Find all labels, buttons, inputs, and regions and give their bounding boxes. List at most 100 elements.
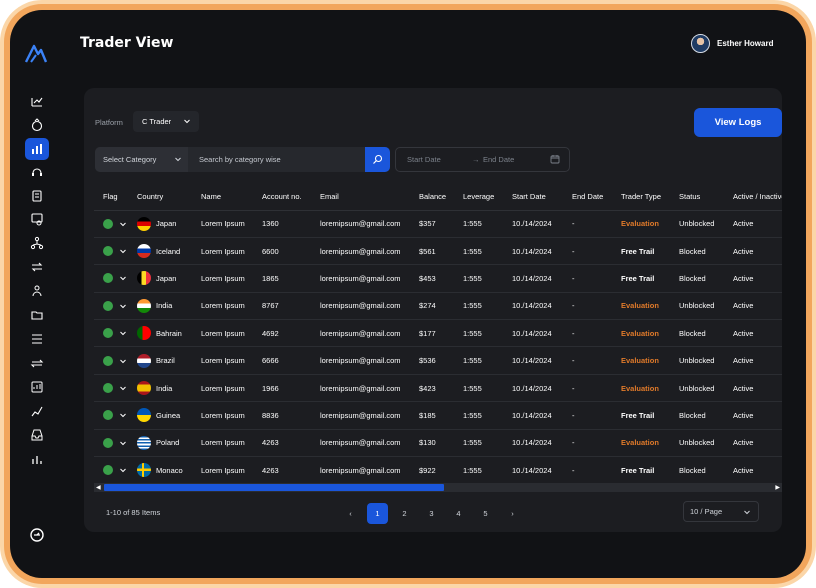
- active-cell: Active: [724, 401, 782, 430]
- sidebar-item-trading[interactable]: [25, 90, 49, 112]
- end-date-field[interactable]: End Date: [483, 155, 514, 164]
- table-row[interactable]: Guinea Lorem Ipsum 8836 loremipsum@gmail.co…: [94, 401, 782, 430]
- sidebar-item-transfer[interactable]: [25, 352, 49, 374]
- chevron-down-icon[interactable]: [119, 384, 127, 392]
- sidebar-item-user-group[interactable]: [25, 280, 49, 302]
- search-input[interactable]: [191, 147, 359, 172]
- country-name: Bahrain: [156, 328, 182, 338]
- status-cell: Unblocked: [670, 292, 724, 321]
- status-dot: [103, 437, 113, 448]
- name-cell: Lorem Ipsum: [192, 429, 253, 458]
- sidebar-item-document[interactable]: [25, 185, 49, 207]
- start-date-field[interactable]: Start Date: [407, 155, 441, 164]
- sidebar-item-growth[interactable]: [25, 400, 49, 422]
- page-button-4[interactable]: 4: [448, 503, 469, 524]
- view-logs-button[interactable]: View Logs: [694, 108, 782, 137]
- chevron-down-icon[interactable]: [119, 466, 127, 474]
- search-button[interactable]: [365, 147, 390, 172]
- scrollbar-thumb[interactable]: [104, 484, 444, 491]
- chevron-down-icon[interactable]: [119, 411, 127, 419]
- chevron-down-icon[interactable]: [119, 329, 127, 337]
- leverage-cell: 1:555: [454, 346, 503, 375]
- chevron-down-icon[interactable]: [119, 302, 127, 310]
- trader-type-cell: Evaluation: [612, 319, 670, 348]
- trader-type-cell: Evaluation: [612, 210, 670, 238]
- email-cell: loremipsum@gmail.com: [311, 264, 410, 293]
- page-button-5[interactable]: 5: [475, 503, 496, 524]
- country-flag-icon: [137, 271, 151, 286]
- page-button-1[interactable]: 1: [367, 502, 388, 524]
- active-cell: Active: [724, 319, 782, 348]
- sidebar-item-list[interactable]: [25, 328, 49, 350]
- page-button-2[interactable]: 2: [394, 503, 415, 524]
- sidebar-item-chart[interactable]: [25, 138, 49, 160]
- chevron-down-icon[interactable]: [119, 439, 127, 447]
- platform-value: C Trader: [142, 117, 172, 126]
- column-header: Balance: [410, 184, 454, 211]
- country-cell: Monaco: [128, 456, 192, 485]
- status-dot: [103, 246, 113, 257]
- user-name: Esther Howard: [717, 39, 774, 48]
- next-page-button[interactable]: ›: [502, 503, 523, 524]
- sidebar-item-analytics[interactable]: [25, 448, 49, 470]
- page-size-value: 10 / Page: [690, 507, 723, 516]
- table-row[interactable]: India Lorem Ipsum 8767 loremipsum@gmail.com…: [94, 292, 782, 321]
- page-size-select[interactable]: 10 / Page: [683, 501, 759, 522]
- chevron-down-icon[interactable]: [119, 274, 127, 282]
- table-row[interactable]: Japan Lorem Ipsum 1865 loremipsum@gmail.com…: [94, 264, 782, 293]
- table-row[interactable]: Bahrain Lorem Ipsum 4692 loremipsum@gmail.c…: [94, 319, 782, 348]
- leverage-cell: 1:555: [454, 456, 503, 485]
- sidebar-item-exchange[interactable]: [25, 256, 49, 278]
- horizontal-scrollbar[interactable]: ◀ ▶: [94, 483, 782, 492]
- page-button-3[interactable]: 3: [421, 503, 442, 524]
- status-cell: Blocked: [670, 401, 724, 430]
- chevron-down-icon[interactable]: [119, 357, 127, 365]
- sidebar-item-certificate[interactable]: [25, 208, 49, 230]
- table-row[interactable]: Poland Lorem Ipsum 4263 loremipsum@gmail.co…: [94, 429, 782, 458]
- arrow-icon: →: [472, 155, 480, 164]
- sidebar-item-network[interactable]: [25, 232, 49, 254]
- table-row[interactable]: Monaco Lorem Ipsum 4263 loremipsum@gmail.co…: [94, 456, 782, 485]
- table-row[interactable]: India Lorem Ipsum 1966 loremipsum@gmail.com…: [94, 374, 782, 403]
- name-cell: Lorem Ipsum: [192, 374, 253, 403]
- table-row[interactable]: Iceland Lorem Ipsum 6600 loremipsum@gmail.c…: [94, 237, 782, 266]
- scroll-left-icon[interactable]: ◀: [96, 484, 101, 491]
- status-cell: Blocked: [670, 237, 724, 266]
- start-date-cell: 10./14/2024: [503, 429, 563, 458]
- date-range-picker[interactable]: Start Date → End Date: [395, 147, 570, 172]
- flag-cell: [94, 429, 128, 458]
- category-select[interactable]: Select Category: [95, 147, 188, 172]
- chevron-down-icon[interactable]: [119, 247, 127, 255]
- chevron-down-icon[interactable]: [119, 220, 127, 228]
- sidebar-item-folder[interactable]: [25, 304, 49, 326]
- user-menu[interactable]: Esther Howard: [691, 34, 773, 53]
- avatar[interactable]: [691, 34, 710, 53]
- table-row[interactable]: Brazil Lorem Ipsum 6666 loremipsum@gmail.co…: [94, 346, 782, 375]
- end-date-cell: -: [563, 264, 612, 293]
- balance-cell: $561: [410, 237, 454, 266]
- settings-icon[interactable]: [29, 527, 45, 543]
- end-date-cell: -: [563, 456, 612, 485]
- flag-cell: [94, 319, 128, 348]
- sidebar-item-support[interactable]: [25, 161, 49, 183]
- start-date-cell: 10./14/2024: [503, 210, 563, 238]
- balance-cell: $274: [410, 292, 454, 321]
- sidebar-item-report[interactable]: [25, 376, 49, 398]
- active-cell: Active: [724, 374, 782, 403]
- email-cell: loremipsum@gmail.com: [311, 292, 410, 321]
- column-header: Country: [128, 184, 192, 211]
- sidebar-item-inbox[interactable]: [25, 424, 49, 446]
- platform-select[interactable]: C Trader: [133, 111, 199, 132]
- status-cell: Blocked: [670, 264, 724, 293]
- status-dot: [103, 465, 113, 476]
- calendar-icon[interactable]: [550, 154, 560, 164]
- scroll-right-icon[interactable]: ▶: [775, 484, 780, 491]
- table-row[interactable]: Japan Lorem Ipsum 1360 loremipsum@gmail.com…: [94, 210, 782, 238]
- start-date-cell: 10./14/2024: [503, 374, 563, 403]
- trading-icon: [31, 97, 43, 107]
- prev-page-button[interactable]: ‹: [340, 503, 361, 524]
- balance-cell: $177: [410, 319, 454, 348]
- trader-type-cell: Evaluation: [612, 374, 670, 403]
- sidebar-item-money-bag[interactable]: [25, 114, 49, 136]
- end-date-cell: -: [563, 319, 612, 348]
